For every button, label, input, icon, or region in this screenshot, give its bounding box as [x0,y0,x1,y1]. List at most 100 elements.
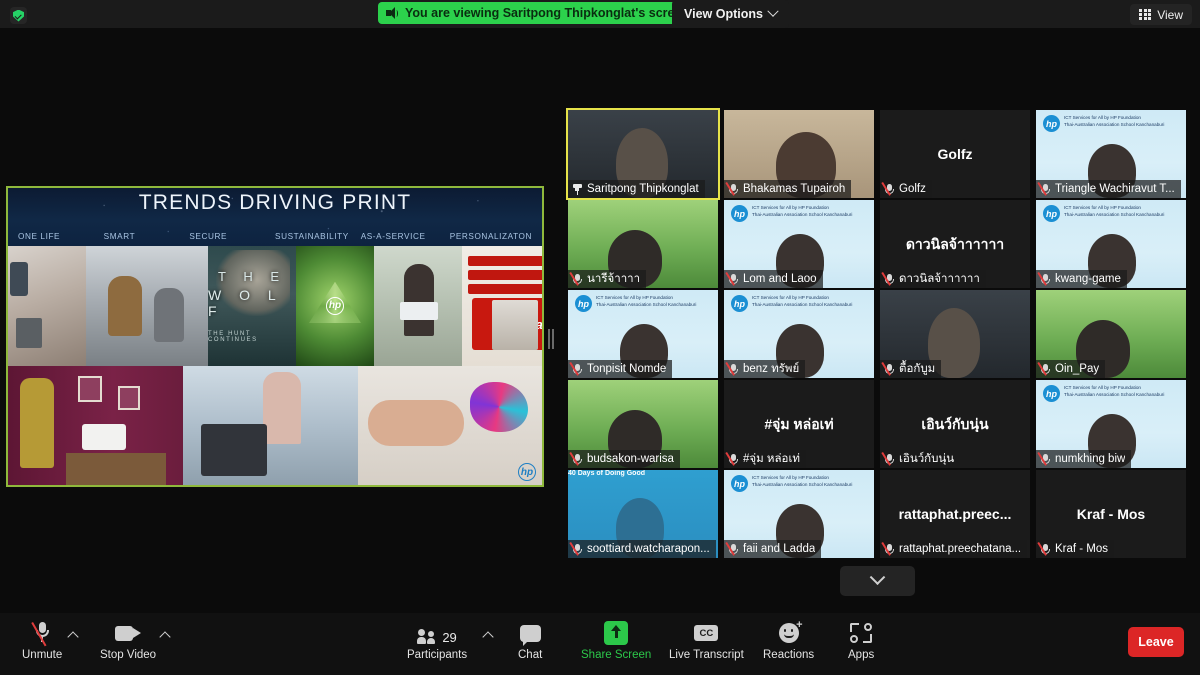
participant-tile[interactable]: เอินว์กับนุ่น เอินว์กับนุ่น [880,380,1030,468]
participant-tile[interactable]: hp ICT Services for All by HP Foundation T… [568,290,718,378]
participant-tile[interactable]: นารีจ้าาาา [568,200,718,288]
participant-name: Lom and Laoo [743,273,817,285]
participant-gallery: Saritpong Thipkonglat Bhakamas Tupairoh Go… [566,108,1194,562]
participant-tile[interactable]: hp ICT Services for All by HP Foundation T… [724,200,874,288]
participant-name: benz ทรัพย์ [743,363,800,375]
share-screen-icon [604,621,629,645]
no-video-display-name: เอินว์กับนุ่น [921,415,989,432]
chat-bubble-icon [519,621,541,646]
participant-name: numkhing biw [1055,453,1126,465]
share-screen-button[interactable]: Share Screen [581,621,651,661]
participant-nametag: Lom and Laoo [724,270,823,288]
unmute-button[interactable]: Unmute [22,621,62,661]
participant-name: rattaphat.preechatana... [899,543,1022,555]
participant-nametag: numkhing biw [1036,450,1132,468]
view-options-button[interactable]: View Options [672,0,789,28]
meeting-toolbar: Unmute Stop Video 29 Participants Chat S… [0,613,1200,675]
participant-nametag: benz ทรัพย์ [724,360,806,378]
participant-tile[interactable]: ดาวนิลจ้าาาาาา ดาวนิลจ้าาาาาา [880,200,1030,288]
reactions-button[interactable]: + Reactions [763,620,814,662]
slide-photo-3d-print: hp [358,365,542,485]
no-video-display-name: Golfz [937,145,973,162]
chat-button[interactable]: Chat [518,621,542,661]
slide-category: PERSONALIZATON [449,232,533,241]
participants-caret-icon[interactable] [482,631,494,643]
slide-photo-office [8,246,86,366]
participant-nametag: ตื้อกับูม [880,360,942,378]
microphone-muted-icon [569,271,583,286]
live-transcript-label: Live Transcript [669,649,744,661]
participant-name: ดาวนิลจ้าาาาาา [899,273,980,285]
slide-photo-row-bottom: hp [8,365,542,485]
slide-photo-crowd [86,246,208,366]
participant-tile[interactable]: rattaphat.preec... rattaphat.preechatana.… [880,470,1030,558]
shield-check-icon [13,9,24,22]
video-options-caret-icon[interactable] [159,631,171,643]
slide-category: SUSTAINABILITY [275,232,349,241]
security-badge[interactable] [10,7,27,24]
unmute-label: Unmute [22,649,63,661]
participant-tile[interactable]: Kraf - Mos Kraf - Mos [1036,470,1186,558]
participant-name: faii and Ladda [743,543,816,555]
share-screen-label: Share Screen [581,649,652,661]
apps-icon [850,621,873,645]
view-options-label: View Options [684,7,763,21]
slide-category: SECURE [189,232,228,241]
grid-icon [1139,8,1152,21]
gallery-scroll-down-button[interactable] [840,566,915,596]
microphone-muted-icon [881,451,895,466]
participant-name: นารีจ้าาาา [587,273,641,285]
participant-tile[interactable]: hp ICT Services for All by HP Foundation T… [724,470,874,558]
video-overlay-caption: ICT Services for All by HP Foundation Tha… [752,205,853,217]
participant-tile[interactable]: Saritpong Thipkonglat [566,108,720,200]
slide-title: TRENDS DRIVING PRINT [138,191,412,214]
microphone-muted-icon [30,621,50,647]
hp-logo: hp [1043,115,1060,132]
hp-logo: hp [518,463,536,481]
view-button-label: View [1157,7,1183,22]
participant-tile[interactable]: Oin_Pay [1036,290,1186,378]
slide-category: ONE LIFE [18,232,61,241]
drag-handle-icon[interactable] [546,328,556,350]
microphone-muted-icon [725,361,739,376]
slide-header: TRENDS DRIVING PRINT ONE LIFE SMART SECU… [8,188,542,246]
leave-button[interactable]: Leave [1128,627,1184,657]
microphone-muted-icon [725,451,739,466]
microphone-muted-icon [569,361,583,376]
participant-name: Kraf - Mos [1055,543,1109,555]
participant-tile[interactable]: Golfz Golfz [880,110,1030,198]
participant-nametag: #จุ่ม หล่อเท่ [724,450,806,468]
participant-tile[interactable]: #จุ่ม หล่อเท่ #จุ่ม หล่อเท่ [724,380,874,468]
hp-logo: hp [731,475,748,492]
slide-photo-row-top: T H E W O L F THE HUNT CONTINUES hp KitK… [8,246,542,366]
apps-button[interactable]: Apps [848,621,874,661]
wolf-title-line1: T H E [218,268,286,284]
live-transcript-button[interactable]: CC Live Transcript [669,621,744,661]
participant-nametag: Oin_Pay [1036,360,1106,378]
participant-tile[interactable]: ตื้อกับูม [880,290,1030,378]
stop-video-button[interactable]: Stop Video [100,621,156,661]
participant-tile[interactable]: hp ICT Services for All by HP Foundation T… [724,290,874,378]
shared-screen-content[interactable]: TRENDS DRIVING PRINT ONE LIFE SMART SECU… [6,186,544,487]
participant-nametag: Tonpisit Nomde [568,360,673,378]
participant-tile[interactable]: hp ICT Services for All by HP Foundation T… [1036,380,1186,468]
participant-name: Triangle Wachiravut T... [1055,183,1175,195]
chevron-down-icon [767,5,779,17]
microphone-muted-icon [725,181,739,196]
participants-button[interactable]: 29 Participants [407,621,467,661]
microphone-muted-icon [569,541,583,556]
participant-tile[interactable]: 40 Days of Doing Good soottiard.watcharap… [568,470,718,558]
wolf-title-line2: W O L F [208,286,283,319]
microphone-muted-icon [881,361,895,376]
people-icon: 29 [417,621,457,645]
participant-tile[interactable]: hp ICT Services for All by HP Foundation T… [1036,200,1186,288]
participant-tile[interactable]: Bhakamas Tupairoh [724,110,874,198]
participant-tile[interactable]: hp ICT Services for All by HP Foundation T… [1036,110,1186,198]
audio-options-caret-icon[interactable] [67,631,79,643]
participant-tile[interactable]: budsakon-warisa [568,380,718,468]
pin-icon [572,183,583,196]
participant-nametag: Golfz [880,180,932,198]
hp-logo: hp [731,295,748,312]
view-layout-button[interactable]: View [1130,4,1192,25]
presentation-slide: TRENDS DRIVING PRINT ONE LIFE SMART SECU… [8,188,542,485]
